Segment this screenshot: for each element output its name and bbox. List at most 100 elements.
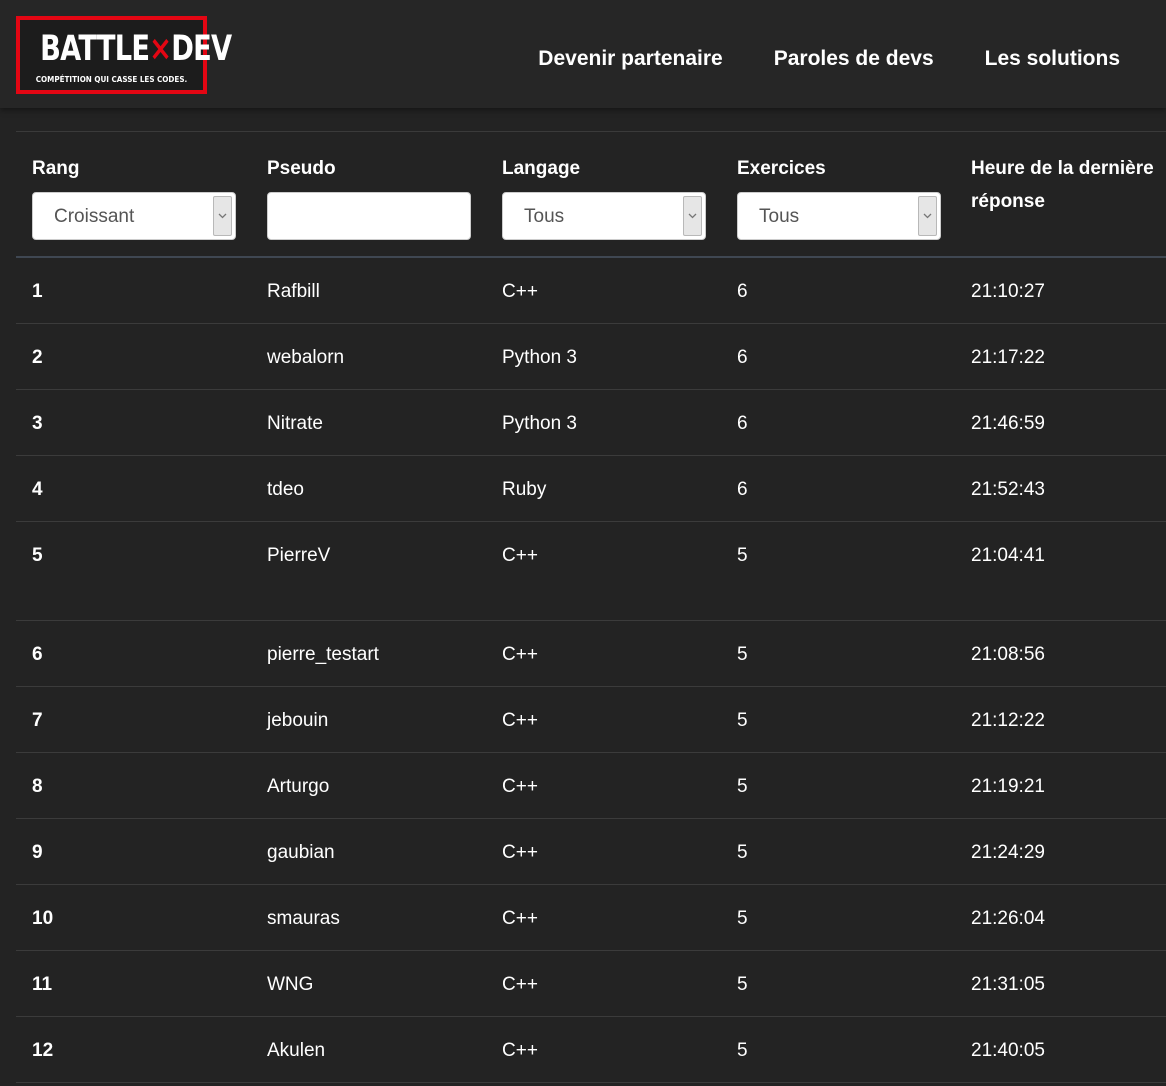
exercises-filter-value: Tous [759, 206, 800, 227]
nav-les-solutions[interactable]: Les solutions [985, 44, 1120, 74]
table-row: 1 Rafbill C++ 6 21:10:27 [16, 258, 1166, 324]
row-time: 21:08:56 [971, 644, 1045, 665]
nav-paroles-de-devs[interactable]: Paroles de devs [774, 44, 934, 74]
chevron-down-icon [688, 213, 697, 219]
chevron-down-icon [923, 213, 932, 219]
row-pseudo: jebouin [267, 710, 329, 731]
table-header: Rang Pseudo Langage Exercices Heure de l… [16, 132, 1166, 258]
rank-sort-dropdown-button[interactable] [213, 196, 232, 236]
row-rank: 8 [32, 776, 43, 797]
exercises-filter-dropdown-button[interactable] [918, 196, 937, 236]
row-language: C++ [502, 776, 538, 797]
row-language: C++ [502, 710, 538, 731]
chevron-down-icon [218, 213, 227, 219]
header-pseudo: Pseudo [267, 158, 336, 179]
row-time: 21:26:04 [971, 908, 1045, 929]
row-language: C++ [502, 842, 538, 863]
row-pseudo: gaubian [267, 842, 335, 863]
row-rank: 12 [32, 1040, 54, 1061]
ranking-table-body: 1 Rafbill C++ 6 21:10:27 2 webalorn Pyth… [16, 258, 1166, 1083]
row-rank: 1 [32, 281, 43, 302]
row-time: 21:04:41 [971, 545, 1045, 566]
row-exercises: 6 [737, 347, 748, 368]
row-pseudo: tdeo [267, 479, 304, 500]
row-rank: 9 [32, 842, 43, 863]
row-pseudo: smauras [267, 908, 340, 929]
row-time: 21:19:21 [971, 776, 1045, 797]
row-time: 21:46:59 [971, 413, 1045, 434]
language-filter-dropdown-button[interactable] [683, 196, 702, 236]
row-pseudo: Nitrate [267, 413, 323, 434]
row-pseudo: WNG [267, 974, 314, 995]
logo-x-mark: × [149, 29, 172, 69]
row-exercises: 5 [737, 644, 748, 665]
row-pseudo: webalorn [267, 347, 345, 368]
row-exercises: 5 [737, 1040, 748, 1061]
row-rank: 11 [32, 974, 53, 995]
row-language: C++ [502, 908, 538, 929]
row-language: C++ [502, 281, 538, 302]
logo-word-dev: DEV [171, 29, 232, 69]
row-exercises: 6 [737, 281, 748, 302]
language-filter-select[interactable]: Tous [502, 192, 706, 240]
row-exercises: 5 [737, 842, 748, 863]
logo-tagline: COMPÉTITION QUI CASSE LES CODES. [35, 75, 188, 84]
row-time: 21:52:43 [971, 479, 1045, 500]
table-row: 8 Arturgo C++ 5 21:19:21 [16, 753, 1166, 819]
rank-sort-select[interactable]: Croissant [32, 192, 236, 240]
exercises-filter-select[interactable]: Tous [737, 192, 941, 240]
row-exercises: 5 [737, 776, 748, 797]
row-time: 21:31:05 [971, 974, 1045, 995]
site-header: BATTLE×DEV COMPÉTITION QUI CASSE LES COD… [0, 0, 1166, 108]
table-row: 5 PierreV C++ 5 21:04:41 [16, 522, 1166, 621]
row-exercises: 6 [737, 479, 748, 500]
table-row: 9 gaubian C++ 5 21:24:29 [16, 819, 1166, 885]
row-language: C++ [502, 974, 538, 995]
row-pseudo: PierreV [267, 545, 331, 566]
row-time: 21:12:22 [971, 710, 1045, 731]
row-rank: 2 [32, 347, 43, 368]
row-time: 21:10:27 [971, 281, 1045, 302]
row-language: Python 3 [502, 347, 577, 368]
header-exercises: Exercices [737, 158, 826, 179]
row-time: 21:17:22 [971, 347, 1045, 368]
main-nav: Devenir partenaire Paroles de devs Les s… [538, 44, 1120, 74]
row-rank: 5 [32, 545, 43, 566]
row-rank: 3 [32, 413, 43, 434]
row-language: Python 3 [502, 413, 577, 434]
row-pseudo: Rafbill [267, 281, 320, 302]
header-language: Langage [502, 158, 581, 179]
logo-wordmark: BATTLE×DEV [40, 29, 232, 69]
table-row: 7 jebouin C++ 5 21:12:22 [16, 687, 1166, 753]
header-rank: Rang [32, 158, 80, 179]
row-time: 21:40:05 [971, 1040, 1045, 1061]
row-exercises: 5 [737, 974, 748, 995]
row-exercises: 5 [737, 710, 748, 731]
row-pseudo: Arturgo [267, 776, 330, 797]
table-row: 2 webalorn Python 3 6 21:17:22 [16, 324, 1166, 390]
row-time: 21:24:29 [971, 842, 1045, 863]
row-rank: 4 [32, 479, 43, 500]
row-rank: 7 [32, 710, 43, 731]
logo-word-battle: BATTLE [40, 29, 150, 69]
table-row: 12 Akulen C++ 5 21:40:05 [16, 1017, 1166, 1083]
row-rank: 6 [32, 644, 43, 665]
header-last-answer: Heure de la dernière réponse [971, 158, 1154, 212]
row-language: C++ [502, 644, 538, 665]
row-exercises: 6 [737, 413, 748, 434]
table-row: 10 smauras C++ 5 21:26:04 [16, 885, 1166, 951]
row-exercises: 5 [737, 908, 748, 929]
pseudo-filter-input[interactable] [267, 192, 471, 240]
row-exercises: 5 [737, 545, 748, 566]
row-language: C++ [502, 545, 538, 566]
battledev-logo[interactable]: BATTLE×DEV COMPÉTITION QUI CASSE LES COD… [16, 16, 232, 94]
row-pseudo: Akulen [267, 1040, 326, 1061]
language-filter-value: Tous [524, 206, 565, 227]
rank-sort-value: Croissant [54, 206, 135, 227]
row-pseudo: pierre_testart [267, 644, 379, 665]
row-language: Ruby [502, 479, 547, 500]
table-row: 6 pierre_testart C++ 5 21:08:56 [16, 621, 1166, 687]
nav-devenir-partenaire[interactable]: Devenir partenaire [538, 44, 722, 74]
table-row: 3 Nitrate Python 3 6 21:46:59 [16, 390, 1166, 456]
row-rank: 10 [32, 908, 54, 929]
